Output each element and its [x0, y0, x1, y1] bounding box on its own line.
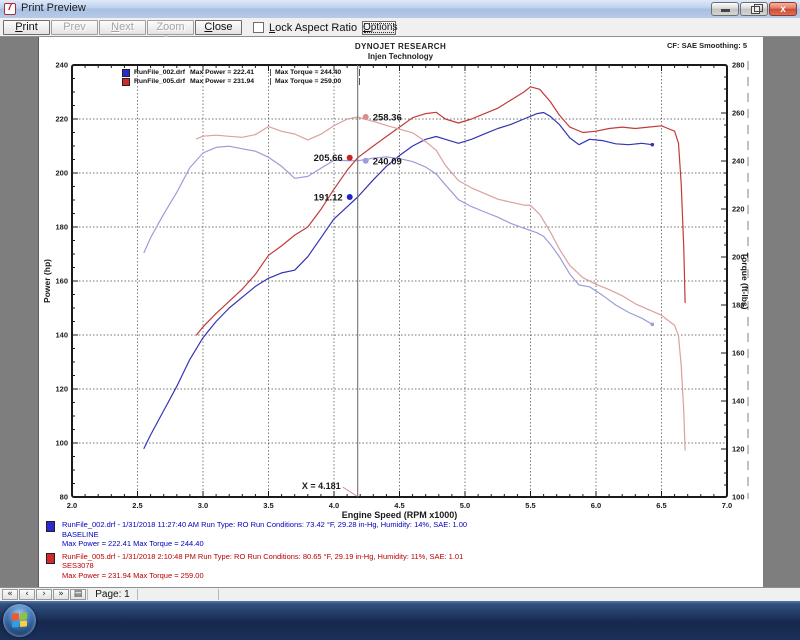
svg-text:2.5: 2.5 [132, 501, 142, 510]
svg-text:140: 140 [55, 331, 68, 340]
cursor-value-label: 205.66 [314, 153, 343, 164]
cursor-marker-dot [363, 114, 369, 120]
cursor-value-label: 240.09 [373, 156, 402, 167]
window-titlebar: 7 Print Preview x [0, 0, 800, 19]
svg-text:120: 120 [732, 445, 745, 454]
run-details: RunFile_002.drf - 1/31/2018 11:27:40 AM … [46, 520, 746, 583]
run2-color-swatch [46, 553, 55, 564]
restore-button[interactable] [740, 2, 768, 16]
run2-max-power: Max Power = 231.94 [190, 78, 270, 85]
svg-text:2.0: 2.0 [67, 501, 77, 510]
left-axis-title: Power (hp) [42, 259, 52, 303]
next-page-button[interactable]: › [36, 589, 52, 600]
preview-page: DYNOJET RESEARCH Injen Technology CF: SA… [38, 37, 763, 587]
svg-text:220: 220 [732, 205, 745, 214]
series-runfile-005-power-hp- [197, 87, 686, 335]
svg-text:4.0: 4.0 [329, 501, 339, 510]
start-button[interactable] [3, 604, 36, 637]
statusbar-divider [87, 589, 88, 600]
taskbar: e 7 × 10:30 AM 6/8/2018 [0, 601, 800, 640]
run2-label: SES3078 [62, 561, 463, 571]
run1-label: BASELINE [62, 530, 467, 540]
svg-text:5.0: 5.0 [460, 501, 470, 510]
app-icon: 7 [4, 3, 16, 15]
run1-max-power: Max Power = 222.41 [190, 69, 270, 76]
next-button[interactable]: Next [99, 20, 146, 35]
svg-text:3.5: 3.5 [263, 501, 273, 510]
prev-button[interactable]: Prev [51, 20, 98, 35]
first-page-button[interactable]: « [2, 589, 18, 600]
cursor-marker-dot [363, 158, 369, 164]
run1-maxima: Max Power = 222.41 Max Torque = 244.40 [62, 539, 467, 549]
run2-file: RunFile_005.drf [134, 78, 190, 85]
cursor-leader-line [343, 487, 357, 496]
svg-text:240: 240 [55, 61, 68, 70]
run1-file: RunFile_002.drf [134, 69, 190, 76]
svg-text:280: 280 [732, 61, 745, 70]
prev-page-button[interactable]: ‹ [19, 589, 35, 600]
svg-text:5.5: 5.5 [525, 501, 535, 510]
statusbar-divider [137, 589, 138, 600]
statusbar-divider [218, 589, 219, 600]
print-preview-toolbar: Print Prev Next Zoom Out Close Lock Aspe… [0, 18, 800, 37]
series-runfile-005-torque-ft-lbs- [197, 117, 686, 450]
svg-text:4.5: 4.5 [394, 501, 404, 510]
run1-max-torque: Max Torque = 244.40 [270, 69, 360, 76]
plot-legend-row: RunFile_005.drf Max Power = 231.94 Max T… [122, 77, 360, 86]
cursor-value-label: 258.36 [373, 112, 402, 123]
run2-details: RunFile_005.drf - 1/31/2018 2:10:48 PM R… [46, 552, 746, 581]
plot-legend: RunFile_002.drf Max Power = 222.41 Max T… [122, 68, 360, 86]
options-button[interactable]: Options [362, 21, 396, 35]
svg-text:6.5: 6.5 [656, 501, 666, 510]
desktop: 7 Print Preview x Print Prev Next Zoom O… [0, 0, 800, 640]
svg-text:3.0: 3.0 [198, 501, 208, 510]
run2-max-torque: Max Torque = 259.00 [270, 78, 360, 85]
last-page-button[interactable]: » [53, 589, 69, 600]
svg-text:220: 220 [55, 115, 68, 124]
run2-conditions: RunFile_005.drf - 1/31/2018 2:10:48 PM R… [62, 552, 463, 562]
page-number-label: Page: 1 [88, 589, 137, 601]
svg-text:180: 180 [55, 223, 68, 232]
run1-conditions: RunFile_002.drf - 1/31/2018 11:27:40 AM … [62, 520, 467, 530]
plot-legend-row: RunFile_002.drf Max Power = 222.41 Max T… [122, 68, 360, 77]
svg-text:7.0: 7.0 [722, 501, 732, 510]
run1-swatch [122, 69, 130, 77]
lock-aspect-ratio-checkbox[interactable] [253, 22, 264, 33]
right-axis-title: Torque (ft-lbs) [740, 253, 750, 310]
status-bar: « ‹ › » ▤ Page: 1 [0, 587, 800, 601]
series-end-dot [651, 323, 655, 327]
preview-area: DYNOJET RESEARCH Injen Technology CF: SA… [0, 37, 800, 587]
svg-text:240: 240 [732, 157, 745, 166]
close-preview-button[interactable]: Close [195, 20, 242, 35]
window-title: Print Preview [21, 2, 86, 14]
series-end-dot [651, 143, 655, 147]
x-axis-title: Engine Speed (RPM x1000) [342, 510, 458, 520]
svg-text:160: 160 [732, 349, 745, 358]
svg-text:100: 100 [55, 439, 68, 448]
run1-color-swatch [46, 521, 55, 532]
cursor-marker-dot [347, 194, 353, 200]
minimize-button[interactable] [711, 2, 739, 16]
svg-text:120: 120 [55, 385, 68, 394]
svg-text:140: 140 [732, 397, 745, 406]
svg-text:6.0: 6.0 [591, 501, 601, 510]
run1-details: RunFile_002.drf - 1/31/2018 11:27:40 AM … [46, 520, 746, 549]
svg-text:100: 100 [732, 493, 745, 502]
zoom-out-button[interactable]: Zoom Out [147, 20, 194, 35]
dyno-chart: 2.0 2.5 3.0 3.5 4.0 4.5 5.0 5.5 6.0 6.5 7.0 80 100 12… [38, 37, 763, 587]
run2-swatch [122, 78, 130, 86]
windows-logo-icon [12, 612, 27, 627]
page-setup-button[interactable]: ▤ [70, 589, 86, 600]
svg-text:160: 160 [55, 277, 68, 286]
print-button[interactable]: Print [3, 20, 50, 35]
cursor-value-label: 191.12 [314, 192, 343, 203]
close-window-button[interactable]: x [769, 2, 797, 16]
cursor-marker-dot [347, 155, 353, 161]
lock-aspect-ratio-label: Lock Aspect Ratio [269, 22, 357, 34]
svg-text:200: 200 [55, 169, 68, 178]
cursor-x-label: X = 4.181 [302, 481, 341, 491]
run2-maxima: Max Power = 231.94 Max Torque = 259.00 [62, 571, 463, 581]
svg-text:260: 260 [732, 109, 745, 118]
svg-text:80: 80 [60, 493, 68, 502]
